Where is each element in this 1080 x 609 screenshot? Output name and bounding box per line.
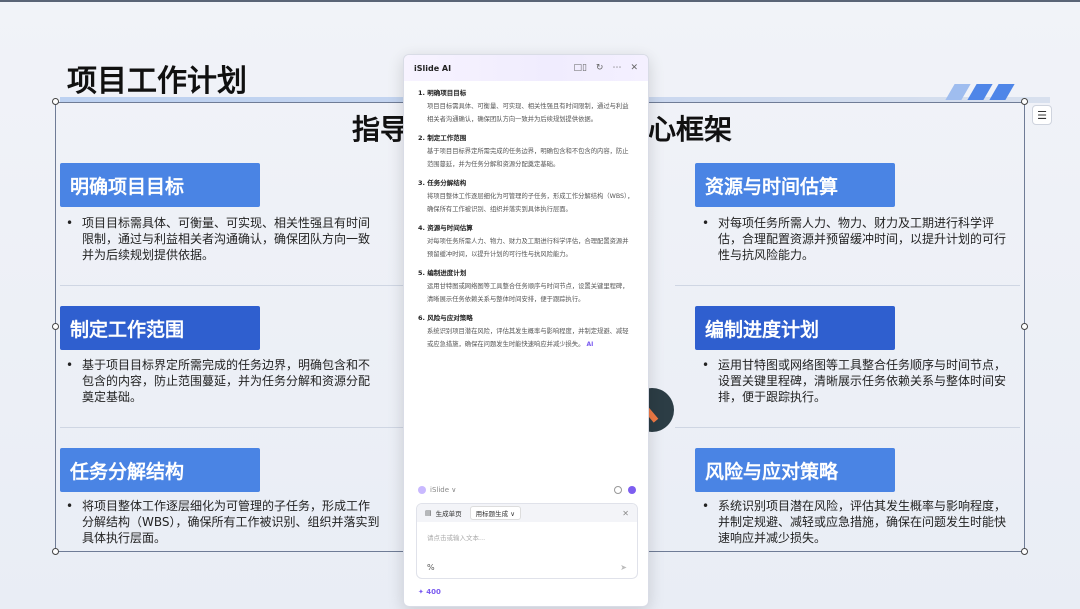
new-chat-icon[interactable] xyxy=(628,486,636,494)
more-icon[interactable]: ⋯ xyxy=(612,63,621,73)
ai-item-title: 5. 编制进度计划 xyxy=(418,269,467,277)
ai-response-content[interactable]: 1. 明确项目目标 项目目标需具体、可衡量、可实现、相关性强且有时间限制，通过与… xyxy=(404,81,648,496)
ai-item-body: 基于项目目标界定所需完成的任务边界，明确包含和不包含的内容，防止范围蔓延，并为任… xyxy=(427,148,629,168)
ai-item-title: 3. 任务分解结构 xyxy=(418,179,467,187)
ai-item-title: 2. 制定工作范围 xyxy=(418,134,467,142)
ai-tag: AI xyxy=(586,341,594,348)
ai-item-title: 1. 明确项目目标 xyxy=(418,89,467,97)
ai-list-item: 5. 编制进度计划 运用甘特图或网络图等工具整合任务顺序与时间节点，设置关键里程… xyxy=(418,267,634,306)
resize-handle-top-left[interactable] xyxy=(52,98,59,105)
islide-logo-icon xyxy=(418,486,426,494)
ai-list-item: 2. 制定工作范围 基于项目目标界定所需完成的任务边界，明确包含和不包含的内容，… xyxy=(418,132,634,171)
model-selector[interactable]: iSlide ∨ xyxy=(430,486,614,494)
ai-list-item: 3. 任务分解结构 将项目整体工作逐层细化为可管理的子任务，形成工作分解结构（W… xyxy=(418,177,634,216)
resize-handle-top-right[interactable] xyxy=(1021,98,1028,105)
section-text: 将项目整体工作逐层细化为可管理的子任务，形成工作分解结构（WBS），确保所有工作… xyxy=(82,499,380,545)
section-body-goal[interactable]: • 项目目标需具体、可衡量、可实现、相关性强且有时间限制，通过与利益相关者沟通确… xyxy=(60,215,380,263)
section-header-schedule[interactable]: 编制进度计划 xyxy=(695,306,895,350)
resize-handle-right[interactable] xyxy=(1021,323,1028,330)
divider xyxy=(60,285,405,286)
send-icon[interactable]: ➤ xyxy=(620,563,627,572)
divider xyxy=(675,285,1020,286)
section-text: 对每项任务所需人力、物力、财力及工期进行科学评估，合理配置资源并预留缓冲时间，以… xyxy=(718,216,1007,262)
ai-item-body: 项目目标需具体、可衡量、可实现、相关性强且有时间限制，通过与利益相关者沟通确认，… xyxy=(427,103,629,123)
ai-item-title: 4. 资源与时间估算 xyxy=(418,224,473,232)
ai-item-text: 系统识别项目潜在风险，评估其发生概率与影响程度，并制定规避、减轻或应急措施，确保… xyxy=(427,328,629,348)
divider xyxy=(60,427,405,428)
section-body-wbs[interactable]: • 将项目整体工作逐层细化为可管理的子任务，形成工作分解结构（WBS），确保所有… xyxy=(60,498,380,546)
section-header-goal[interactable]: 明确项目目标 xyxy=(60,163,260,207)
ai-list-item: 4. 资源与时间估算 对每项任务所需人力、物力、财力及工期进行科学评估，合理配置… xyxy=(418,222,634,261)
section-header-scope[interactable]: 制定工作范围 xyxy=(60,306,260,350)
bullet: • xyxy=(702,499,710,513)
history-icon[interactable] xyxy=(614,486,622,494)
template-icon[interactable]: % xyxy=(427,563,435,572)
resize-handle-bottom-right[interactable] xyxy=(1021,548,1028,555)
ai-list-item: 6. 风险与应对策略 系统识别项目潜在风险，评估其发生概率与影响程度，并制定规避… xyxy=(418,312,634,351)
bullet: • xyxy=(66,216,74,230)
bullet: • xyxy=(66,358,74,372)
bullet: • xyxy=(702,358,710,372)
generate-mode-dropdown[interactable]: 用标题生成 ∨ xyxy=(469,506,521,520)
refresh-icon[interactable]: ↻ xyxy=(596,63,604,73)
bullet: • xyxy=(66,499,74,513)
section-header-estimate[interactable]: 资源与时间估算 xyxy=(695,163,895,207)
ai-chip-row: ▤ 生成单页 用标题生成 ∨ ✕ xyxy=(417,504,637,522)
chip-close-icon[interactable]: ✕ xyxy=(622,509,629,518)
slide-title[interactable]: 项目工作计划 xyxy=(67,56,247,100)
ai-list-item: 1. 明确项目目标 项目目标需具体、可衡量、可实现、相关性强且有时间限制，通过与… xyxy=(418,87,634,126)
ai-source-row: iSlide ∨ xyxy=(418,483,636,497)
ai-item-body: 运用甘特图或网络图等工具整合任务顺序与时间节点，设置关键里程碑，清晰展示任务依赖… xyxy=(427,283,629,303)
section-text: 项目目标需具体、可衡量、可实现、相关性强且有时间限制，通过与利益相关者沟通确认，… xyxy=(82,216,371,262)
resize-handle-left[interactable] xyxy=(52,323,59,330)
bullet: • xyxy=(702,216,710,230)
ai-item-body: 系统识别项目潜在风险，评估其发生概率与影响程度，并制定规避、减轻或应急措施，确保… xyxy=(418,325,634,351)
dock-panel-icon[interactable]: □▯ xyxy=(573,63,586,73)
section-text: 运用甘特图或网络图等工具整合任务顺序与时间节点，设置关键里程碑，清晰展示任务依赖… xyxy=(718,358,1007,404)
ai-item-title: 6. 风险与应对策略 xyxy=(418,314,473,322)
ai-item-body: 将项目整体工作逐层细化为可管理的子任务，形成工作分解结构（WBS），确保所有工作… xyxy=(427,193,634,213)
layout-options-icon[interactable]: ☰ xyxy=(1032,105,1052,125)
section-header-risk[interactable]: 风险与应对策略 xyxy=(695,448,895,492)
section-body-scope[interactable]: • 基于项目目标界定所需完成的任务边界，明确包含和不包含的内容，防止范围蔓延，并… xyxy=(60,357,380,405)
divider xyxy=(675,427,1020,428)
generate-page-chip[interactable]: 生成单页 xyxy=(436,508,462,518)
credits-badge: ✦ 400 xyxy=(418,588,441,596)
section-header-wbs[interactable]: 任务分解结构 xyxy=(60,448,260,492)
islide-ai-panel: iSlide AI □▯ ↻ ⋯ ✕ 1. 明确项目目标 项目目标需具体、可衡量… xyxy=(403,54,649,607)
ai-panel-title: iSlide AI xyxy=(414,63,452,73)
ai-item-body: 对每项任务所需人力、物力、财力及工期进行科学评估，合理配置资源并预留缓冲时间，以… xyxy=(427,238,629,258)
resize-handle-bottom-left[interactable] xyxy=(52,548,59,555)
page-icon: ▤ xyxy=(425,509,432,517)
section-body-estimate[interactable]: • 对每项任务所需人力、物力、财力及工期进行科学评估，合理配置资源并预留缓冲时间… xyxy=(696,215,1016,263)
close-icon[interactable]: ✕ xyxy=(630,63,638,73)
ai-prompt-placeholder[interactable]: 请点击或输入文本... xyxy=(417,522,637,542)
section-text: 系统识别项目潜在风险，评估其发生概率与影响程度，并制定规避、减轻或应急措施，确保… xyxy=(718,499,1007,545)
section-text: 基于项目目标界定所需完成的任务边界，明确包含和不包含的内容，防止范围蔓延，并为任… xyxy=(82,358,371,404)
section-body-schedule[interactable]: • 运用甘特图或网络图等工具整合任务顺序与时间节点，设置关键里程碑，清晰展示任务… xyxy=(696,357,1016,405)
ai-panel-header: iSlide AI □▯ ↻ ⋯ ✕ xyxy=(404,55,648,81)
ai-input-tools: % ➤ xyxy=(427,563,627,572)
section-body-risk[interactable]: • 系统识别项目潜在风险，评估其发生概率与影响程度，并制定规避、减轻或应急措施，… xyxy=(696,498,1016,546)
ai-input-box[interactable]: ▤ 生成单页 用标题生成 ∨ ✕ 请点击或输入文本... % ➤ xyxy=(416,503,638,579)
decorative-stripes xyxy=(945,84,1015,100)
